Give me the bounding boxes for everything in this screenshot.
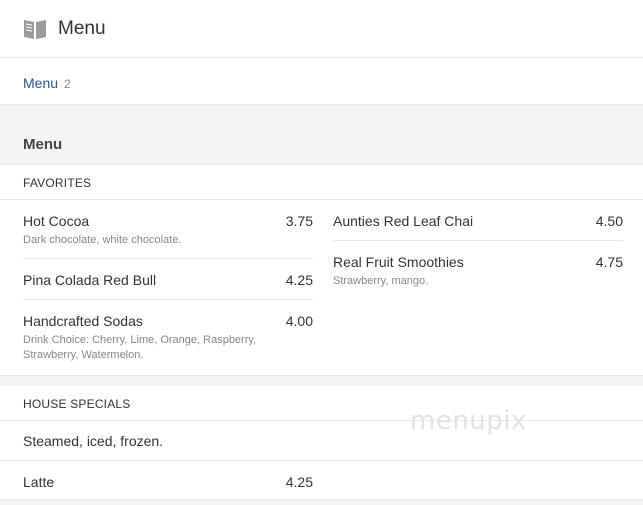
item-name: Pina Colada Red Bull: [23, 272, 157, 288]
divider: [23, 258, 313, 259]
page-header: Menu: [0, 0, 643, 58]
section-header: Menu: [0, 123, 643, 165]
item-name: Aunties Red Leaf Chai: [333, 213, 474, 229]
item-name: Handcrafted Sodas: [23, 313, 143, 329]
item-price: 4.25: [285, 272, 313, 288]
item-price: 4.75: [595, 254, 623, 270]
category-title: FAVORITES: [23, 176, 92, 190]
item-price: 3.75: [285, 213, 313, 229]
item-description: Strawberry, mango.: [333, 275, 429, 287]
item-description: Dark chocolate, white chocolate.: [23, 234, 182, 246]
menu-item-handcrafted-sodas: Handcrafted Sodas 4.00 Drink Choice: Che…: [23, 313, 313, 365]
page-title: Menu: [58, 18, 106, 39]
menu-item-aunties-red-leaf-chai: Aunties Red Leaf Chai 4.50: [333, 213, 623, 233]
item-name: Latte: [23, 474, 55, 490]
menu-item-hot-cocoa: Hot Cocoa 3.75 Dark chocolate, white cho…: [23, 213, 313, 253]
watermark: menupix: [410, 406, 527, 436]
menu-item-pina-colada-red-bull: Pina Colada Red Bull 4.25: [23, 272, 313, 292]
footer-band: [0, 499, 643, 505]
section-title: Menu: [23, 136, 63, 153]
tab-menu-count: 2: [64, 77, 71, 91]
item-price: 4.50: [595, 213, 623, 229]
book-icon: [23, 17, 47, 41]
menu-item-real-fruit-smoothies: Real Fruit Smoothies 4.75 Strawberry, ma…: [333, 254, 623, 294]
item-price: 4.25: [285, 474, 313, 490]
menu-item-steamed-iced-frozen: Steamed, iced, frozen.: [23, 433, 313, 453]
divider: [0, 460, 643, 461]
item-description: Drink Choice: Cherry, Lime, Orange, Rasp…: [23, 334, 257, 361]
tab-menu[interactable]: Menu: [23, 75, 58, 91]
item-price: 4.00: [285, 313, 313, 329]
category-title: HOUSE SPECIALS: [23, 397, 131, 411]
section-spacer: [0, 105, 643, 123]
divider: [333, 240, 623, 241]
divider: [23, 299, 313, 300]
category-header-house-specials: HOUSE SPECIALS: [0, 386, 643, 421]
item-name: Hot Cocoa: [23, 213, 90, 229]
category-header-favorites: FAVORITES: [0, 165, 643, 200]
menu-item-latte: Latte 4.25: [23, 474, 313, 494]
item-name: Steamed, iced, frozen.: [23, 433, 164, 449]
item-name: Real Fruit Smoothies: [333, 254, 464, 270]
menu-tabs: Menu 2: [0, 58, 643, 105]
